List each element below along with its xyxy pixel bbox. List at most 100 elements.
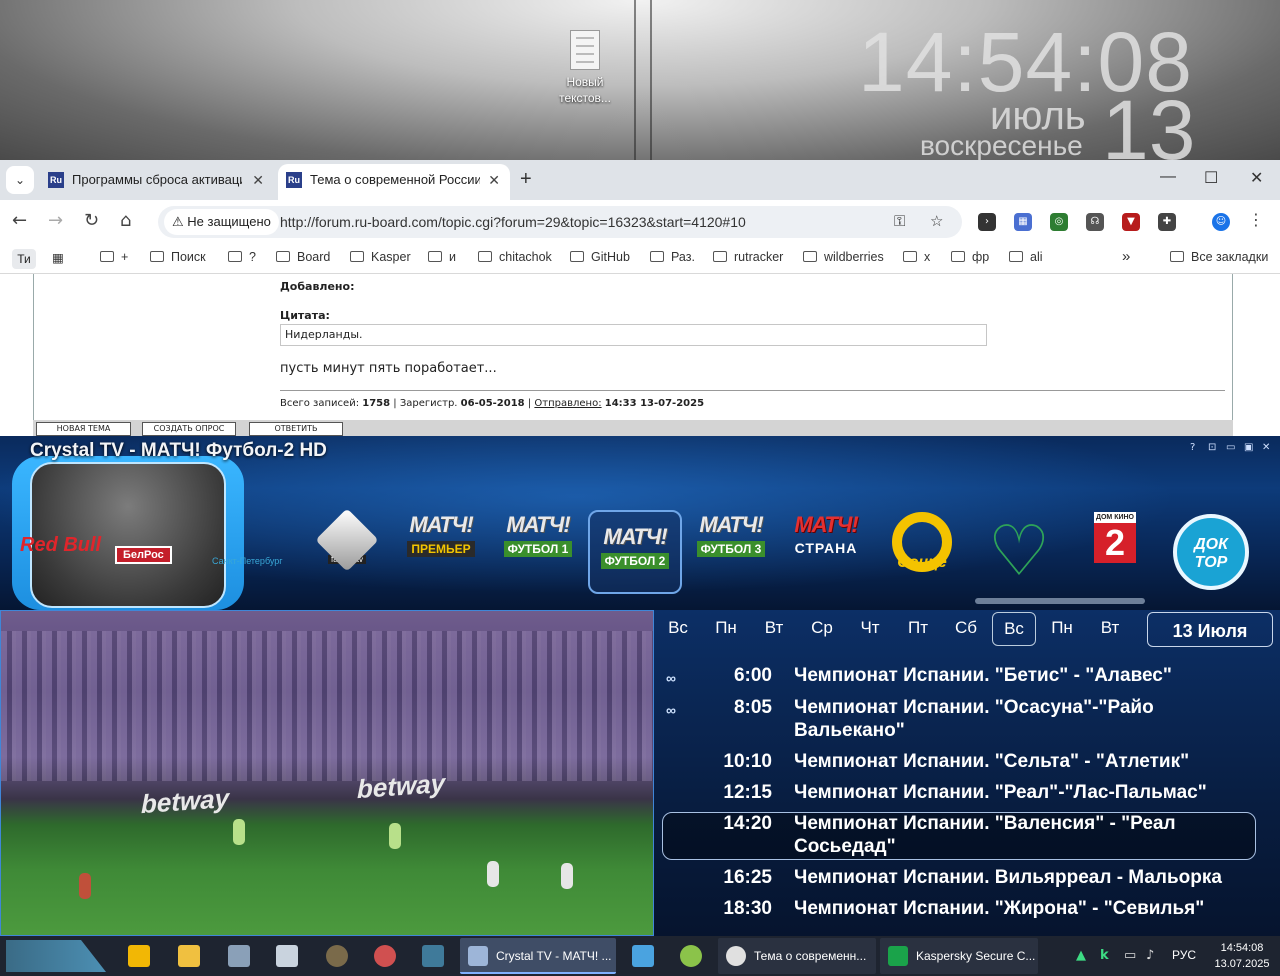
taskbar-clock[interactable]: 14:54:08 13.07.2025 bbox=[1210, 940, 1274, 972]
tab-russia-topic[interactable]: Ru Тема о современной России - ✕ bbox=[278, 164, 510, 200]
bookmark-folder[interactable]: ? bbox=[228, 250, 256, 264]
tray-volume-icon[interactable]: ♪ bbox=[1146, 948, 1154, 963]
channel-sonce[interactable]: Сонце bbox=[880, 512, 964, 576]
close-button[interactable]: ✕ bbox=[1262, 442, 1270, 453]
app-icon[interactable] bbox=[632, 945, 654, 967]
app-icon[interactable] bbox=[374, 945, 396, 967]
minimize-button[interactable]: — bbox=[1160, 168, 1176, 186]
help-button[interactable]: ? bbox=[1190, 442, 1195, 453]
day-tab[interactable]: Пт bbox=[896, 618, 940, 638]
channel-match-football-1[interactable]: МАТЧ! ФУТБОЛ 1 bbox=[497, 512, 579, 576]
bookmark-folder[interactable]: GitHub bbox=[570, 250, 630, 264]
bookmark-folder[interactable]: x bbox=[903, 250, 930, 264]
shield-extension-icon[interactable]: ▼ bbox=[1122, 213, 1140, 231]
bookmark-folder[interactable]: rutracker bbox=[713, 250, 783, 264]
tab-programs[interactable]: Ru Программы сброса активации ✕ bbox=[40, 164, 274, 200]
extension-icon[interactable]: ▦ bbox=[1014, 213, 1032, 231]
day-tab-active[interactable]: Вс bbox=[992, 612, 1036, 646]
new-tab-button[interactable]: + bbox=[520, 168, 532, 191]
video-player[interactable]: betway betway bbox=[0, 610, 654, 936]
day-tab[interactable]: Ср bbox=[800, 618, 844, 638]
bookmark-folder[interactable]: фр bbox=[951, 250, 989, 264]
channel-fashiontv[interactable]: f fashiontv bbox=[306, 508, 388, 576]
selected-date[interactable]: 13 Июля bbox=[1147, 612, 1273, 647]
apps-grid-icon[interactable]: ▦ bbox=[52, 250, 64, 265]
folder-app-icon[interactable] bbox=[178, 945, 200, 967]
close-icon[interactable]: ✕ bbox=[488, 164, 500, 196]
bookmark-folder[interactable]: + bbox=[100, 250, 128, 264]
desktop-file-icon[interactable]: Новый текстов... bbox=[552, 30, 618, 106]
reload-icon[interactable]: ↻ bbox=[84, 210, 99, 231]
channel-match-football-2[interactable]: МАТЧ! ФУТБОЛ 2 bbox=[588, 510, 682, 594]
bookmark-folder[interactable]: Board bbox=[276, 250, 330, 264]
calculator-icon[interactable] bbox=[228, 945, 250, 967]
headphones-icon[interactable]: ☊ bbox=[1086, 213, 1104, 231]
sent-link[interactable]: Отправлено: bbox=[534, 398, 601, 409]
keyboard-icon[interactable] bbox=[276, 945, 298, 967]
tv-window-title: Crystal TV - МАТЧ! Футбол-2 HD bbox=[30, 440, 327, 461]
spb-logo: Санкт-Петербург bbox=[212, 556, 283, 566]
day-tab[interactable]: Чт bbox=[848, 618, 892, 638]
channel-heart-tree[interactable]: ♡ bbox=[978, 516, 1060, 586]
tray-lock-icon[interactable]: ▲ bbox=[1076, 948, 1086, 963]
bookmarks-overflow-button[interactable]: » bbox=[1122, 248, 1130, 265]
channel-doktor[interactable]: ДОК ТОР bbox=[1170, 514, 1252, 590]
day-tab[interactable]: Пн bbox=[704, 618, 748, 638]
sponsor-logo-panel bbox=[12, 456, 244, 610]
bookmark-folder[interactable]: Раз. bbox=[650, 250, 695, 264]
bookmark-folder[interactable]: chitachok bbox=[478, 250, 552, 264]
lock-button[interactable]: ⊡ bbox=[1208, 442, 1216, 453]
extension-icon[interactable]: › bbox=[978, 213, 996, 231]
app-icon[interactable] bbox=[326, 945, 348, 967]
tab-search-button[interactable]: ⌄ bbox=[6, 166, 34, 194]
password-key-icon[interactable]: ⚿ bbox=[894, 212, 905, 230]
reply-button[interactable]: ОТВЕТИТЬ bbox=[249, 422, 343, 436]
bookmark-folder[interactable]: wildberries bbox=[803, 250, 884, 264]
taskbar-kaspersky[interactable]: Kaspersky Secure C... bbox=[880, 938, 1038, 974]
tab-title: Программы сброса активации bbox=[72, 172, 242, 187]
channel-match-premier[interactable]: МАТЧ! ПРЕМЬЕР bbox=[400, 512, 482, 576]
bookmark-folder[interactable]: ali bbox=[1009, 250, 1043, 264]
app-icon[interactable] bbox=[422, 945, 444, 967]
channel-scroll-indicator[interactable] bbox=[975, 598, 1145, 604]
bookmark-star-icon[interactable]: ☆ bbox=[930, 212, 943, 230]
new-topic-button[interactable]: НОВАЯ ТЕМА bbox=[36, 422, 131, 436]
security-chip[interactable]: ⚠ Не защищено bbox=[164, 209, 279, 235]
channel-match-strana[interactable]: МАТЧ! СТРАНА bbox=[785, 512, 867, 576]
day-tab[interactable]: Пн bbox=[1040, 618, 1084, 638]
file-explorer-icon[interactable] bbox=[128, 945, 150, 967]
day-tab[interactable]: Вт bbox=[1088, 618, 1132, 638]
day-tab[interactable]: Вс bbox=[656, 618, 700, 638]
start-button[interactable] bbox=[6, 940, 106, 972]
bookmark-folder[interactable]: и bbox=[428, 250, 456, 264]
profile-avatar-icon[interactable]: ☺ bbox=[1212, 213, 1230, 231]
day-tab[interactable]: Вт bbox=[752, 618, 796, 638]
back-arrow-icon[interactable]: ← bbox=[12, 210, 27, 231]
forward-arrow-icon[interactable]: → bbox=[48, 210, 63, 231]
close-window-button[interactable]: ✕ bbox=[1250, 168, 1263, 188]
menu-dots-icon[interactable]: ⋮ bbox=[1248, 210, 1264, 229]
channel-dom-kino-2[interactable]: ДОМ КИНО 2 bbox=[1074, 512, 1156, 576]
extensions-puzzle-icon[interactable]: ✚ bbox=[1158, 213, 1176, 231]
taskbar-browser[interactable]: Тема о современн... bbox=[718, 938, 876, 974]
wifi-app-icon[interactable] bbox=[680, 945, 702, 967]
close-icon[interactable]: ✕ bbox=[252, 164, 264, 196]
address-bar[interactable]: ⚠ Не защищено http://forum.ru-board.com/… bbox=[158, 206, 962, 238]
minimize-button[interactable]: ▭ bbox=[1226, 442, 1235, 453]
bookmark-ti[interactable]: Ти bbox=[12, 249, 36, 269]
day-tab[interactable]: Сб bbox=[944, 618, 988, 638]
bookmark-folder[interactable]: Kasper bbox=[350, 250, 411, 264]
maximize-button[interactable]: ▣ bbox=[1244, 442, 1253, 453]
language-indicator[interactable]: РУС bbox=[1172, 948, 1196, 962]
maximize-button[interactable]: ☐ bbox=[1204, 168, 1218, 188]
tray-network-icon[interactable]: ▭ bbox=[1124, 948, 1136, 963]
channel-match-football-3[interactable]: МАТЧ! ФУТБОЛ 3 bbox=[690, 512, 772, 576]
all-bookmarks-folder[interactable]: Все закладки bbox=[1170, 250, 1268, 264]
taskbar-crystal-tv[interactable]: Crystal TV - МАТЧ! ... bbox=[460, 938, 616, 974]
home-icon[interactable]: ⌂ bbox=[120, 210, 131, 231]
new-poll-button[interactable]: СОЗДАТЬ ОПРОС bbox=[142, 422, 236, 436]
vpn-globe-icon[interactable]: ◎ bbox=[1050, 213, 1068, 231]
tray-kaspersky-icon[interactable]: k bbox=[1100, 948, 1109, 963]
bookmark-folder[interactable]: Поиск bbox=[150, 250, 206, 264]
url-text[interactable]: http://forum.ru-board.com/topic.cgi?foru… bbox=[280, 206, 746, 238]
